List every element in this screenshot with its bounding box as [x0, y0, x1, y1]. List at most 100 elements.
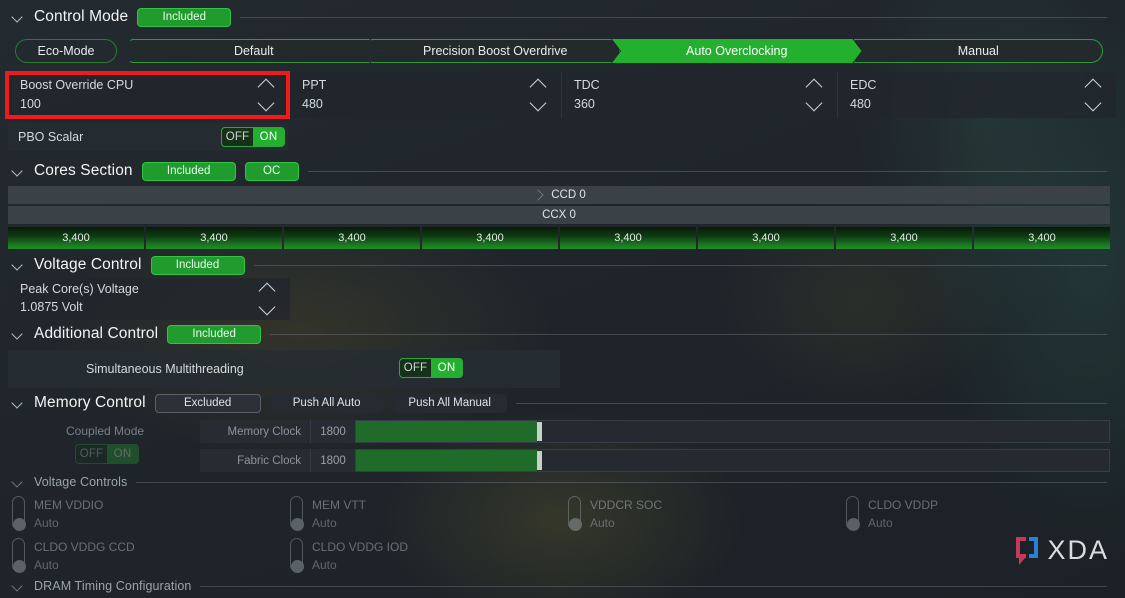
ccd-row[interactable]: CCD 0 [8, 186, 1110, 204]
slider-handle[interactable] [536, 422, 542, 441]
slider-memory-clock[interactable]: Memory Clock 1800 [200, 420, 1110, 443]
voltage-item-mem-vtt[interactable]: MEM VTT Auto [290, 496, 366, 531]
toggle-off-label[interactable]: OFF [400, 359, 431, 377]
stepper-up-icon[interactable] [257, 79, 277, 91]
field-value[interactable]: 100 [20, 97, 41, 111]
toggle-switch-icon[interactable] [290, 538, 304, 573]
core-tile[interactable]: 3,400 [836, 227, 972, 249]
voltage-item-mem-vddio[interactable]: MEM VDDIO Auto [12, 496, 103, 531]
chevron-down-icon[interactable] [12, 259, 25, 272]
field-value[interactable]: 480 [850, 97, 871, 111]
slider-value[interactable]: 1800 [310, 420, 355, 443]
field-boost-override-cpu[interactable]: Boost Override CPU 100 [8, 72, 290, 118]
voltage-value[interactable]: Auto [34, 516, 103, 530]
voltage-item-cldo-vddg-iod[interactable]: CLDO VDDG IOD Auto [290, 538, 408, 573]
stepper-down-icon[interactable] [805, 97, 825, 109]
voltage-value[interactable]: Auto [312, 516, 366, 530]
stepper-down-icon[interactable] [257, 97, 277, 109]
field-label: Peak Core(s) Voltage [20, 282, 139, 296]
field-edc[interactable]: EDC 480 [838, 72, 1116, 118]
chevron-down-icon[interactable] [12, 11, 25, 24]
voltage-item-vddcr-soc[interactable]: VDDCR SOC Auto [568, 496, 662, 531]
stepper-up-icon[interactable] [529, 79, 549, 91]
section-header-dram-timing[interactable]: DRAM Timing Configuration [12, 578, 1107, 594]
mode-button-eco-mode[interactable]: Eco-Mode [15, 39, 117, 63]
control-mode-selector[interactable]: Eco-Mode Default Precision Boost Overdri… [15, 39, 1103, 63]
toggle-on-label[interactable]: ON [253, 128, 284, 146]
core-tile[interactable]: 3,400 [698, 227, 834, 249]
field-peak-cores-voltage[interactable]: Peak Core(s) Voltage 1.0875 Volt [8, 278, 290, 320]
toggle-switch-icon[interactable] [290, 496, 304, 531]
toggle-off-label[interactable]: OFF [222, 128, 253, 146]
voltage-item-cldo-vddg-ccd[interactable]: CLDO VDDG CCD Auto [12, 538, 135, 573]
mode-button-manual[interactable]: Manual [853, 39, 1103, 63]
toggle-on-label[interactable]: ON [431, 359, 462, 377]
toggle-switch-icon[interactable] [846, 496, 860, 531]
core-tile[interactable]: 3,400 [284, 227, 420, 249]
additional-control-included-badge[interactable]: Included [167, 324, 262, 344]
toggle-on-label[interactable]: ON [107, 445, 138, 463]
slider-fill [356, 421, 537, 442]
core-tile[interactable]: 3,400 [560, 227, 696, 249]
smt-toggle[interactable]: OFF ON [399, 358, 463, 378]
stepper-down-icon[interactable] [529, 97, 549, 109]
toggle-switch-icon[interactable] [12, 496, 26, 531]
slider-track[interactable] [355, 420, 1110, 443]
section-header-control-mode[interactable]: Control Mode Included [12, 6, 1107, 28]
stepper-down-icon[interactable] [1084, 97, 1104, 109]
voltage-value[interactable]: Auto [868, 516, 938, 530]
ccx-row[interactable]: CCX 0 [8, 206, 1110, 224]
voltage-item-cldo-vddp[interactable]: CLDO VDDP Auto [846, 496, 938, 531]
chevron-down-icon[interactable] [12, 580, 25, 593]
chevron-down-icon[interactable] [12, 476, 25, 489]
pbo-scalar-toggle[interactable]: OFF ON [221, 127, 285, 147]
field-label: EDC [850, 78, 877, 92]
slider-fabric-clock[interactable]: Fabric Clock 1800 [200, 449, 1110, 472]
chevron-down-icon[interactable] [12, 397, 25, 410]
mode-button-precision-boost-overdrive[interactable]: Precision Boost Overdrive [371, 39, 621, 63]
field-ppt[interactable]: PPT 480 [290, 72, 562, 118]
toggle-switch-icon[interactable] [12, 538, 26, 573]
voltage-value[interactable]: Auto [590, 516, 662, 530]
cores-section-oc-badge[interactable]: OC [244, 161, 299, 181]
section-header-voltage-controls[interactable]: Voltage Controls [12, 474, 1107, 490]
slider-handle[interactable] [536, 451, 542, 470]
voltage-value[interactable]: Auto [34, 558, 135, 572]
voltage-value[interactable]: Auto [312, 558, 408, 572]
section-header-memory-control[interactable]: Memory Control Excluded Push All Auto Pu… [12, 392, 1107, 414]
push-all-manual-button[interactable]: Push All Manual [392, 393, 507, 413]
toggle-off-label[interactable]: OFF [76, 445, 107, 463]
field-value[interactable]: 480 [302, 97, 323, 111]
core-tile[interactable]: 3,400 [422, 227, 558, 249]
chevron-down-icon[interactable] [12, 165, 25, 178]
stepper-up-icon[interactable] [258, 283, 278, 295]
core-tile[interactable]: 3,400 [974, 227, 1110, 249]
xda-watermark: XDA [1014, 535, 1109, 566]
cores-section-included-badge[interactable]: Included [141, 161, 236, 181]
chevron-down-icon[interactable] [12, 328, 25, 341]
coupled-mode-toggle[interactable]: OFF ON [75, 444, 139, 464]
section-header-cores-section[interactable]: Cores Section Included OC [12, 160, 1107, 182]
mode-button-auto-overclocking[interactable]: Auto Overclocking [612, 39, 862, 63]
memory-control-excluded-badge[interactable]: Excluded [154, 393, 261, 413]
chevron-right-icon[interactable] [532, 189, 545, 202]
header-rule [136, 481, 1107, 483]
toggle-switch-icon[interactable] [568, 496, 582, 531]
control-mode-included-badge[interactable]: Included [137, 7, 232, 27]
voltage-control-included-badge[interactable]: Included [150, 255, 245, 275]
slider-value[interactable]: 1800 [310, 449, 355, 472]
slider-track[interactable] [355, 449, 1110, 472]
core-tile[interactable]: 3,400 [8, 227, 144, 249]
push-all-auto-button[interactable]: Push All Auto [269, 393, 384, 413]
voltage-name: MEM VTT [312, 498, 366, 512]
field-value[interactable]: 1.0875 Volt [20, 300, 83, 314]
stepper-up-icon[interactable] [805, 79, 825, 91]
section-header-additional-control[interactable]: Additional Control Included [12, 323, 1107, 345]
section-header-voltage-control[interactable]: Voltage Control Included [12, 254, 1107, 276]
field-tdc[interactable]: TDC 360 [562, 72, 838, 118]
mode-button-default[interactable]: Default [129, 39, 379, 63]
stepper-down-icon[interactable] [258, 301, 278, 313]
stepper-up-icon[interactable] [1084, 79, 1104, 91]
core-tile[interactable]: 3,400 [146, 227, 282, 249]
field-value[interactable]: 360 [574, 97, 595, 111]
